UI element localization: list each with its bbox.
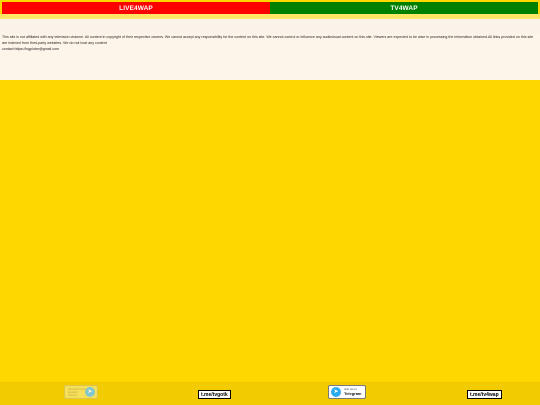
join-telegram-badge[interactable]: ➤ Join us on Telegram [328, 385, 366, 399]
contact-text: contact:https://tvgplobe@gmail.com [2, 47, 59, 51]
notice-header-band [0, 19, 540, 34]
top-nav-bar: LIVE4WAP TV4WAP [2, 2, 538, 14]
telegram-subscribe-badge[interactable]: subscribe to our telegram channel ➤ [64, 385, 98, 399]
telegram-badge-big: Telegram [344, 390, 362, 396]
subscribe-badge-text: subscribe to our telegram channel [68, 388, 86, 397]
notice-panel: This site is not affiliated with any tel… [0, 19, 540, 80]
telegram-link-tvgotk[interactable]: t.me/tvgotk [198, 390, 231, 399]
telegram-icon: ➤ [85, 387, 95, 397]
live4wap-button[interactable]: LIVE4WAP [2, 2, 270, 14]
telegram-link-tv4wap[interactable]: t.me/tv4wap [467, 390, 502, 399]
disclaimer-text: This site is not affiliated with any tel… [2, 35, 534, 45]
telegram-icon: ➤ [331, 387, 341, 397]
telegram-badge-text: Join us on Telegram [344, 387, 362, 396]
tv4wap-button[interactable]: TV4WAP [270, 2, 538, 14]
